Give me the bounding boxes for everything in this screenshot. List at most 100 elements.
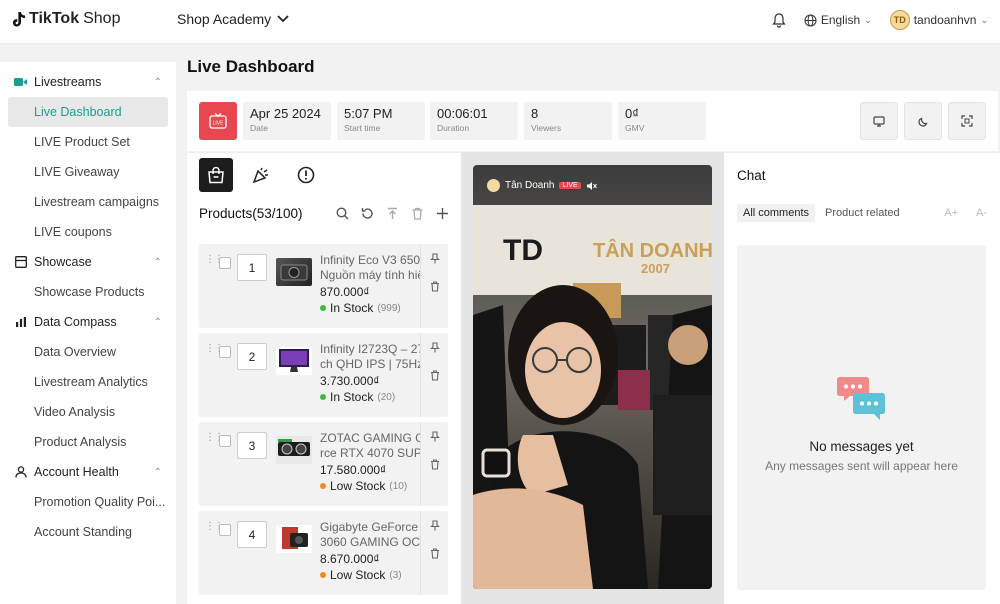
fullscreen-button[interactable] [948, 102, 986, 140]
trash-icon[interactable] [430, 459, 440, 473]
sidebar: Livestreams ⌃ Live Dashboard LIVE Produc… [0, 62, 176, 604]
product-index[interactable]: 4 [237, 521, 267, 548]
bell-icon[interactable] [772, 12, 786, 28]
plus-icon[interactable] [436, 207, 449, 220]
product-row[interactable]: ⋮⋮ 4 Gigabyte GeForce RTX 3060 GAMING OC… [199, 511, 448, 595]
sidebar-section-livestreams[interactable]: Livestreams ⌃ [0, 67, 176, 97]
sidebar-item-account-standing[interactable]: Account Standing [0, 517, 176, 547]
tiktok-shop-logo[interactable]: TikTok Shop [12, 10, 120, 28]
product-index[interactable]: 1 [237, 254, 267, 281]
username: tandoanhvn [913, 13, 977, 27]
trash-icon[interactable] [411, 207, 424, 220]
language-selector[interactable]: English ⌄ [804, 13, 872, 27]
avatar: TD [889, 10, 910, 30]
sidebar-item-showcase-products[interactable]: Showcase Products [0, 277, 176, 307]
live-video-preview[interactable]: TD TÂN DOANH 2007 Tân Doanh LIVE [473, 165, 712, 589]
sidebar-item-live-coupons[interactable]: LIVE coupons [0, 217, 176, 247]
sidebar-item-livestream-analytics[interactable]: Livestream Analytics [0, 367, 176, 397]
chat-empty-state: No messages yet Any messages sent will a… [737, 245, 986, 590]
host-name: Tân Doanh [505, 180, 555, 191]
tab-giveaway[interactable] [244, 158, 278, 192]
refresh-icon[interactable] [361, 207, 374, 220]
sidebar-item-product-analysis[interactable]: Product Analysis [0, 427, 176, 457]
monitor-button[interactable] [860, 102, 898, 140]
sidebar-section-data-compass[interactable]: Data Compass ⌃ [0, 307, 176, 337]
sidebar-item-livestream-campaigns[interactable]: Livestream campaigns [0, 187, 176, 217]
chart-icon [14, 316, 27, 329]
stat-date: Apr 25 2024 Date [243, 102, 331, 140]
tab-all-comments[interactable]: All comments [737, 204, 816, 222]
live-video-frame: TD TÂN DOANH 2007 [473, 165, 712, 589]
tab-products[interactable] [199, 158, 233, 192]
sidebar-item-live-product-set[interactable]: LIVE Product Set [0, 127, 176, 157]
stock-count: (10) [389, 480, 408, 492]
products-panel: Products(53/100) ⋮⋮ 1 Infinity Eco V3 65… [187, 152, 461, 604]
product-price: 870.000₫ [320, 285, 370, 299]
chevron-up-icon[interactable]: ⌃ [154, 467, 162, 478]
stat-viewers-label: Viewers [531, 123, 562, 133]
product-checkbox[interactable] [219, 257, 231, 269]
video-host-header: Tân Doanh LIVE [487, 179, 597, 192]
product-row[interactable]: ⋮⋮ 3 ZOTAC GAMING GeFo rce RTX 4070 SUPE… [199, 422, 448, 506]
pin-icon[interactable] [430, 431, 440, 445]
brand-shop: Shop [83, 10, 121, 27]
product-thumbnail [276, 436, 312, 464]
trash-icon[interactable] [430, 281, 440, 295]
product-checkbox[interactable] [219, 346, 231, 358]
sidebar-item-data-overview[interactable]: Data Overview [0, 337, 176, 367]
sidebar-item-live-giveaway[interactable]: LIVE Giveaway [0, 157, 176, 187]
trash-icon[interactable] [430, 370, 440, 384]
shop-academy-menu[interactable]: Shop Academy [177, 11, 289, 27]
products-toolbar [336, 207, 449, 220]
tab-alerts[interactable] [289, 158, 323, 192]
stock-count: (3) [389, 569, 402, 581]
move-to-top-icon[interactable] [386, 207, 399, 220]
sidebar-section-account-health[interactable]: Account Health ⌃ [0, 457, 176, 487]
product-name-line: Infinity Eco V3 650W [320, 253, 420, 267]
speaker-muted-icon[interactable] [586, 181, 597, 191]
font-increase-button[interactable]: A+ [944, 207, 958, 219]
stat-gmv-value: 0₫ [625, 106, 639, 121]
product-stock: In Stock (20) [320, 390, 395, 404]
pin-icon[interactable] [430, 520, 440, 534]
product-index[interactable]: 2 [237, 343, 267, 370]
sidebar-item-promotion-quality[interactable]: Promotion Quality Poi... [0, 487, 176, 517]
products-tabs [199, 158, 323, 192]
chat-bubbles-icon [837, 377, 885, 420]
live-status-button[interactable]: LIVE [199, 102, 237, 140]
sidebar-section-label: Account Health [34, 465, 119, 479]
chevron-up-icon[interactable]: ⌃ [154, 257, 162, 268]
chevron-up-icon[interactable]: ⌃ [154, 77, 162, 88]
chevron-up-icon[interactable]: ⌃ [154, 317, 162, 328]
sidebar-item-video-analysis[interactable]: Video Analysis [0, 397, 176, 427]
product-name: Gigabyte GeForce RTX 3060 GAMING OC [320, 520, 420, 550]
pin-icon[interactable] [430, 342, 440, 356]
empty-title: No messages yet [809, 439, 914, 454]
sidebar-item-live-dashboard[interactable]: Live Dashboard [8, 97, 168, 127]
product-row[interactable]: ⋮⋮ 2 Infinity I2723Q – 27 ch QHD IPS | 7… [199, 333, 448, 417]
pin-icon[interactable] [430, 253, 440, 267]
host-avatar [487, 179, 500, 192]
font-size-controls: A+ A- [944, 207, 987, 219]
trash-icon[interactable] [430, 548, 440, 562]
live-tv-icon: LIVE [209, 113, 227, 129]
dark-mode-button[interactable] [904, 102, 942, 140]
tab-product-related[interactable]: Product related [819, 204, 906, 222]
moon-icon [917, 117, 928, 127]
stats-bar: LIVE Apr 25 2024 Date 5:07 PM Start time… [187, 91, 998, 151]
stat-date-label: Date [250, 123, 268, 133]
sidebar-section-showcase[interactable]: Showcase ⌃ [0, 247, 176, 277]
font-decrease-button[interactable]: A- [976, 207, 987, 219]
top-bar: TikTok Shop Shop Academy English ⌄ TD ta… [0, 0, 1000, 44]
product-index[interactable]: 3 [237, 432, 267, 459]
globe-icon [804, 14, 817, 26]
product-checkbox[interactable] [219, 435, 231, 447]
empty-subtitle: Any messages sent will appear here [765, 459, 958, 473]
product-name-line: Gigabyte GeForce RTX [320, 520, 420, 534]
user-menu[interactable]: TD tandoanhvn ⌄ [889, 10, 988, 30]
shopping-bag-icon [208, 166, 224, 184]
product-checkbox[interactable] [219, 524, 231, 536]
shop-academy-label: Shop Academy [177, 11, 272, 27]
search-icon[interactable] [336, 207, 349, 220]
product-row[interactable]: ⋮⋮ 1 Infinity Eco V3 650W Nguồn máy tính… [199, 244, 448, 328]
